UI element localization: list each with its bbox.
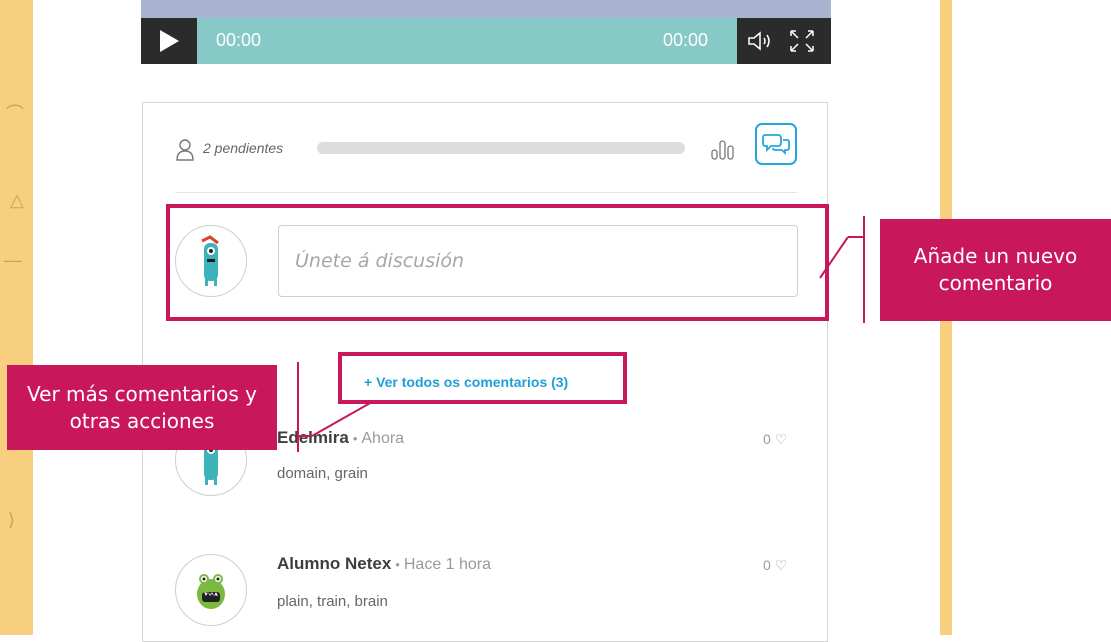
- new-comment-callout: Añade un nuevo comentario: [880, 219, 1111, 321]
- more-comments-callout: Ver más comentarios y otras acciones: [7, 365, 277, 450]
